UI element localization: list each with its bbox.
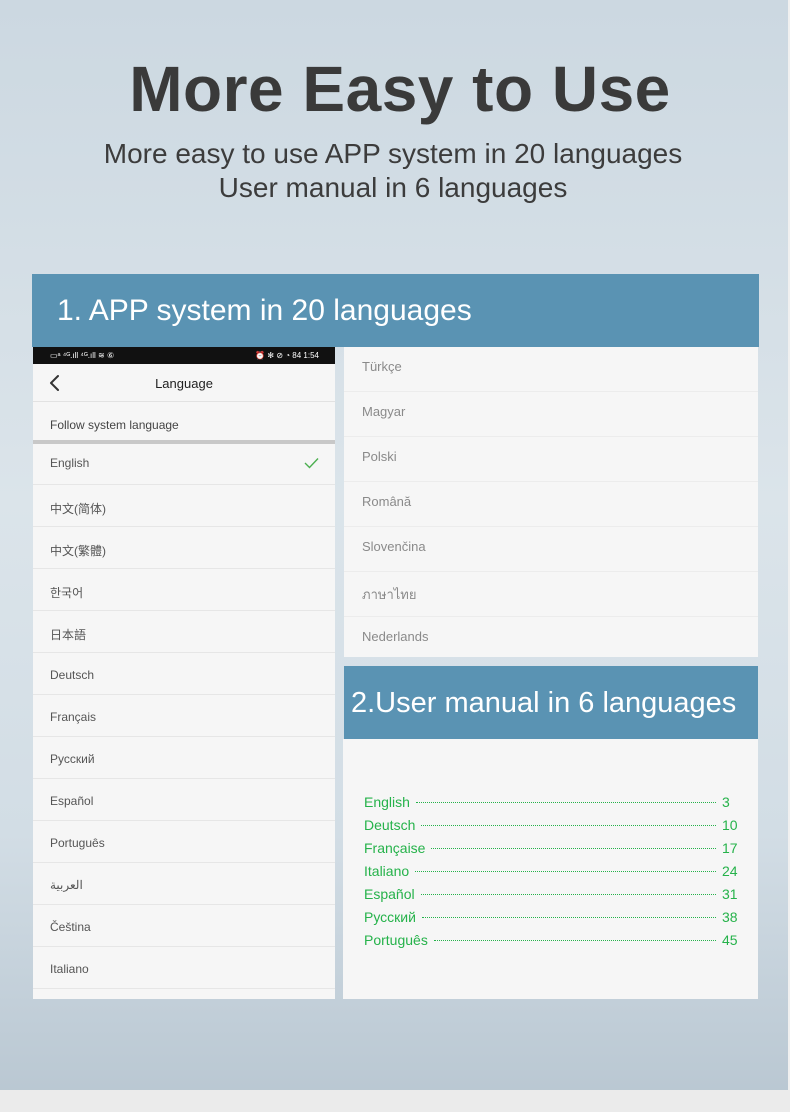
toc-language: Italiano xyxy=(364,863,410,879)
language-option[interactable]: 中文(繁體) xyxy=(33,527,335,569)
toc-page-number: 10 xyxy=(722,817,738,833)
language-option[interactable]: ภาษาไทย xyxy=(344,572,758,617)
language-option[interactable]: العربية xyxy=(33,863,335,905)
language-label: Čeština xyxy=(50,920,91,934)
toc-language: Português xyxy=(364,932,428,948)
language-label: العربية xyxy=(50,878,83,892)
hero-subtitle-line1: More easy to use APP system in 20 langua… xyxy=(103,138,683,169)
language-option[interactable]: Français xyxy=(33,695,335,737)
hero-subtitle-line2: User manual in 6 languages xyxy=(218,172,568,203)
language-option[interactable]: Slovenčina xyxy=(344,527,758,572)
language-label: Русский xyxy=(50,752,95,766)
toc-language: Русский xyxy=(364,909,416,925)
language-list: English 中文(简体) 中文(繁體) 한국어 日本語 Deutsch Français… xyxy=(33,444,335,989)
toc-page-number: 17 xyxy=(722,840,738,856)
status-bar: ▭ᵃ ⁴ᴳ.ıll ⁴ᴳ.ıll ≋ ⑥ ⏰ ✻ ⊘ ◔ 84 1:54 xyxy=(33,347,335,364)
toc-page-number: 3 xyxy=(722,794,730,810)
more-languages-list: Türkçe Magyar Polski Română Slovenčina ภาษาไท… xyxy=(344,347,758,657)
language-label: Italiano xyxy=(50,962,89,976)
language-label: 한국어 xyxy=(50,586,84,600)
follow-system-language-option[interactable]: Follow system language xyxy=(33,402,335,444)
language-option[interactable]: Polski xyxy=(344,437,758,482)
toc-entry: Italiano 24 xyxy=(364,863,740,886)
toc-entry: Française 17 xyxy=(364,840,740,863)
language-option[interactable]: Română xyxy=(344,482,758,527)
language-label: 中文(繁體) xyxy=(50,544,106,558)
phone-language-screen: ▭ᵃ ⁴ᴳ.ıll ⁴ᴳ.ıll ≋ ⑥ ⏰ ✻ ⊘ ◔ 84 1:54 Lan… xyxy=(33,347,335,999)
nav-bar: Language xyxy=(33,364,335,402)
toc-entry: Português 45 xyxy=(364,932,740,955)
toc-entry: Русский 38 xyxy=(364,909,740,932)
toc-language: Française xyxy=(364,840,426,856)
bottom-strip xyxy=(0,1090,790,1112)
language-option[interactable]: Русский xyxy=(33,737,335,779)
toc-entry: Deutsch 10 xyxy=(364,817,740,840)
language-option[interactable]: 한국어 xyxy=(33,569,335,611)
section1-banner: 1. APP system in 20 languages xyxy=(32,274,759,347)
language-label: Português xyxy=(50,836,105,850)
toc-page-number: 45 xyxy=(722,932,738,948)
toc-language: Español xyxy=(364,886,415,902)
language-label: Français xyxy=(50,710,97,724)
language-option[interactable]: Čeština xyxy=(33,905,335,947)
language-option[interactable]: 日本語 xyxy=(33,611,335,653)
language-option[interactable]: Magyar xyxy=(344,392,758,437)
toc-leader-dots xyxy=(415,802,716,803)
language-option[interactable]: 中文(简体) xyxy=(33,485,335,527)
section2-banner: 2.User manual in 6 languages xyxy=(344,666,758,739)
language-option[interactable]: Deutsch xyxy=(33,653,335,695)
toc-leader-dots xyxy=(415,871,716,872)
toc-language: English xyxy=(364,794,410,810)
toc-page-number: 38 xyxy=(722,909,738,925)
language-label: 日本語 xyxy=(50,628,87,642)
toc-page-number: 31 xyxy=(722,886,738,902)
toc-leader-dots xyxy=(420,894,716,895)
section1-title: 1. APP system in 20 languages xyxy=(57,294,472,327)
page-title: Language xyxy=(155,376,213,391)
user-manual-toc-panel: English 3 Deutsch 10 Française 17 Italiano 24 Es… xyxy=(343,739,758,999)
section2-title: 2.User manual in 6 languages xyxy=(351,687,737,719)
checkmark-icon xyxy=(304,458,319,469)
toc-entry: English 3 xyxy=(364,794,740,817)
toc-leader-dots xyxy=(433,940,716,941)
language-label: English xyxy=(50,456,90,470)
language-option[interactable]: Nederlands xyxy=(344,617,758,662)
toc-leader-dots xyxy=(421,917,716,918)
follow-system-label: Follow system language xyxy=(50,418,179,432)
language-option[interactable]: Español xyxy=(33,779,335,821)
toc-page-number: 24 xyxy=(722,863,738,879)
hero-title: More Easy to Use xyxy=(129,53,671,125)
toc-entry: Español 31 xyxy=(364,886,740,909)
language-option[interactable]: Português xyxy=(33,821,335,863)
status-left: ▭ᵃ ⁴ᴳ.ıll ⁴ᴳ.ıll ≋ ⑥ xyxy=(50,351,115,360)
toc-leader-dots xyxy=(431,848,716,849)
language-option[interactable]: Italiano xyxy=(33,947,335,989)
language-option[interactable]: Türkçe xyxy=(344,347,758,392)
toc-list: English 3 Deutsch 10 Française 17 Italiano 24 Es… xyxy=(364,794,740,955)
status-right: ⏰ ✻ ⊘ ◔ 84 1:54 xyxy=(255,351,319,360)
language-label: Español xyxy=(50,794,94,808)
language-option[interactable]: English xyxy=(33,444,335,485)
language-label: Deutsch xyxy=(50,668,95,682)
toc-language: Deutsch xyxy=(364,817,416,833)
language-label: 中文(简体) xyxy=(50,502,106,516)
toc-leader-dots xyxy=(421,825,716,826)
